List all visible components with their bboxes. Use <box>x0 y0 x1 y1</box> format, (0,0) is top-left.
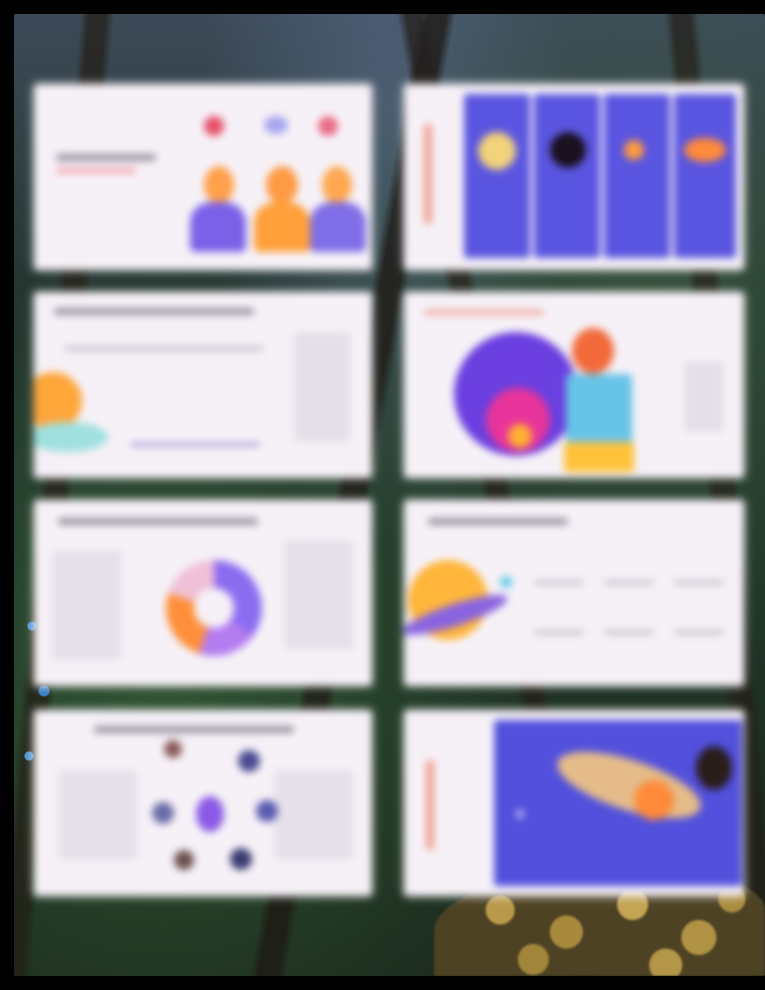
placeholder-text <box>426 760 434 850</box>
placeholder-text <box>428 518 568 525</box>
planet-icon <box>684 138 726 162</box>
avatar <box>322 166 352 204</box>
star-icon <box>516 810 524 818</box>
placeholder-text <box>684 362 724 432</box>
placeholder-text <box>94 726 294 733</box>
slide-thumbnail-5[interactable] <box>34 500 372 686</box>
planet-icon <box>550 132 586 168</box>
moon-icon <box>500 576 512 588</box>
black-hole-icon <box>696 746 732 790</box>
donut-hole <box>194 588 234 628</box>
planet-column <box>674 94 736 258</box>
avatar <box>266 166 298 204</box>
slide-thumbnail-2[interactable] <box>404 84 744 270</box>
planet-icon <box>230 848 252 870</box>
placeholder-text <box>534 630 584 635</box>
circle-graphic <box>508 424 532 448</box>
placeholder-text <box>674 630 724 635</box>
placeholder-text <box>56 154 156 161</box>
slide-thumbnail-6[interactable] <box>404 500 744 686</box>
planet-icon <box>624 140 644 160</box>
planet-column <box>464 94 530 258</box>
placeholder-text <box>674 580 724 585</box>
placeholder-text <box>64 346 264 351</box>
avatar <box>204 166 234 204</box>
planet-icon <box>256 800 278 822</box>
heart-icon <box>318 116 338 136</box>
placeholder-text <box>424 124 432 224</box>
slide-thumbnail-4[interactable] <box>404 292 744 478</box>
star-icon <box>264 116 288 134</box>
planet-icon <box>238 750 260 772</box>
planet-icon <box>152 802 174 824</box>
planet-icon <box>164 740 182 758</box>
avatar <box>190 202 246 252</box>
placeholder-text <box>424 310 544 315</box>
astronaut-body <box>566 374 632 446</box>
placeholder-text <box>54 308 254 315</box>
planet-icon <box>174 850 194 870</box>
slide-thumbnail-7[interactable] <box>34 710 372 896</box>
slide-thumbnail-8[interactable] <box>404 710 744 896</box>
planet-column <box>604 94 670 258</box>
astronaut-base <box>564 442 634 472</box>
heart-icon <box>204 116 224 136</box>
slide-thumbnail-3[interactable] <box>34 292 372 478</box>
placeholder-text <box>534 580 584 585</box>
placeholder-text <box>604 580 654 585</box>
placeholder-text <box>284 540 354 650</box>
planet-icon <box>478 132 516 170</box>
placeholder-text <box>604 630 654 635</box>
placeholder-text <box>58 770 138 860</box>
placeholder-text <box>56 168 136 173</box>
planet-icon <box>634 780 674 820</box>
avatar <box>254 202 310 252</box>
planet-icon <box>196 796 224 832</box>
placeholder-text <box>52 550 122 660</box>
placeholder-text <box>294 332 350 442</box>
placeholder-text <box>58 518 258 525</box>
astronaut-head <box>572 328 614 374</box>
avatar <box>310 202 366 252</box>
planet-column <box>534 94 600 258</box>
cloud-icon <box>34 422 108 452</box>
placeholder-text <box>274 770 354 860</box>
placeholder-text <box>130 442 260 447</box>
slide-thumbnail-1[interactable] <box>34 84 372 270</box>
